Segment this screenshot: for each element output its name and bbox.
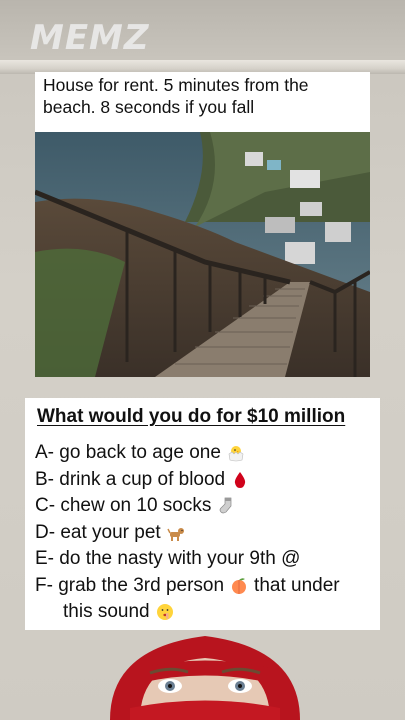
option-d: D- eat your pet	[35, 520, 375, 547]
option-f-label: F- grab the 3rd person	[35, 574, 225, 596]
peach-icon	[232, 577, 247, 594]
options-list: A- go back to age one B- drink a cup of …	[35, 440, 375, 626]
option-c: C- chew on 10 socks	[35, 493, 375, 520]
option-b: B- drink a cup of blood	[35, 467, 375, 494]
option-d-label: D- eat your pet	[35, 521, 161, 543]
dog-icon	[167, 527, 184, 541]
option-e: E- do the nasty with your 9th @	[35, 546, 375, 573]
option-f: F- grab the 3rd person that under this s…	[35, 573, 375, 626]
question-title: What would you do for $10 million	[37, 406, 346, 427]
meme-caption: House for rent. 5 minutes from the beach…	[43, 75, 309, 117]
option-f-label-2: that under	[254, 574, 340, 596]
option-b-label: B- drink a cup of blood	[35, 468, 226, 490]
option-e-label: E- do the nasty with your 9th @	[35, 548, 301, 569]
meme-card: House for rent. 5 minutes from the beach…	[35, 72, 370, 377]
option-a-label: A- go back to age one	[35, 442, 221, 463]
option-f-label-3: this sound	[63, 601, 150, 622]
question-card: What would you do for $10 million A- go …	[25, 398, 380, 630]
hatching-chick-icon	[228, 446, 244, 462]
person-face-photo	[110, 636, 300, 720]
option-a: A- go back to age one	[35, 440, 375, 467]
option-c-label: C- chew on 10 socks	[35, 495, 212, 516]
shushing-face-icon	[156, 604, 173, 621]
meme-photo	[35, 132, 370, 377]
watermark-logo: MEMZ	[30, 18, 150, 58]
socks-icon	[220, 497, 232, 514]
blood-drop-icon	[234, 471, 246, 488]
